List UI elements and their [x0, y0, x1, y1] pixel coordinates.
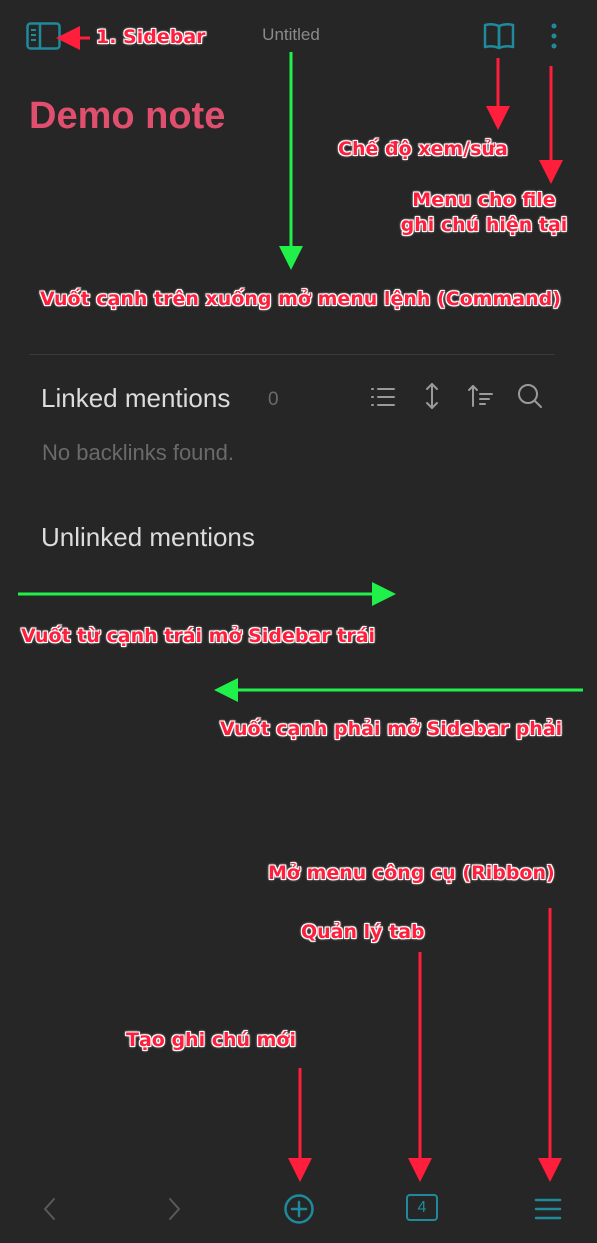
annotation-view-edit: Chế độ xem/sửa [338, 138, 508, 160]
book-open-icon [483, 22, 515, 50]
linked-mentions-count: 0 [268, 389, 279, 410]
more-vertical-icon [551, 23, 557, 49]
annotation-sidebar: 1. Sidebar [96, 26, 206, 48]
expand-vertical-icon [426, 383, 438, 409]
annotation-file-menu-line2: ghi chú hiện tại [400, 214, 568, 236]
annotation-file-menu: Menu cho file ghi chú hiện tại [398, 188, 570, 238]
list-icon [371, 388, 395, 406]
divider [29, 354, 555, 355]
annotation-command: Vuốt cạnh trên xuống mở menu lệnh (Comma… [40, 288, 561, 310]
sidebar-toggle-icon [26, 22, 61, 50]
annotation-file-menu-line1: Menu cho file [412, 189, 556, 211]
sort-icon [468, 385, 493, 407]
forward-arrow-icon [169, 1198, 180, 1220]
view-edit-toggle-button[interactable] [482, 21, 518, 51]
note-title[interactable]: Demo note [29, 95, 225, 138]
linked-mentions-label[interactable]: Linked mentions [41, 383, 230, 414]
annotation-new-note: Tạo ghi chú mới [126, 1029, 296, 1051]
annotation-right-sidebar: Vuốt cạnh phải mở Sidebar phải [220, 718, 563, 740]
annotation-tabs: Quản lý tab [301, 921, 425, 943]
back-arrow-icon [44, 1198, 55, 1220]
annotation-arrows [18, 26, 583, 1182]
no-backlinks-text: No backlinks found. [42, 440, 234, 465]
file-menu-button[interactable] [544, 21, 564, 53]
search-backlinks-button[interactable] [516, 382, 544, 410]
tab-switcher-button[interactable]: 4 [406, 1194, 438, 1221]
annotation-ribbon: Mở menu công cụ (Ribbon) [268, 862, 555, 884]
menu-icon [534, 1198, 562, 1220]
sort-button[interactable] [467, 382, 495, 410]
search-icon [518, 384, 542, 408]
file-title[interactable]: Untitled [226, 25, 356, 45]
collapse-results-button[interactable] [369, 384, 397, 410]
unlinked-mentions-label[interactable]: Unlinked mentions [41, 522, 255, 553]
sidebar-toggle-button[interactable] [26, 22, 62, 52]
annotation-left-sidebar: Vuốt từ cạnh trái mở Sidebar trái [21, 625, 376, 647]
ribbon-menu-button[interactable] [533, 1195, 563, 1223]
plus-circle-icon [284, 1194, 314, 1224]
back-button[interactable] [38, 1194, 62, 1224]
new-note-button[interactable] [283, 1193, 315, 1225]
forward-button[interactable] [162, 1194, 186, 1224]
show-more-context-button[interactable] [421, 381, 443, 411]
